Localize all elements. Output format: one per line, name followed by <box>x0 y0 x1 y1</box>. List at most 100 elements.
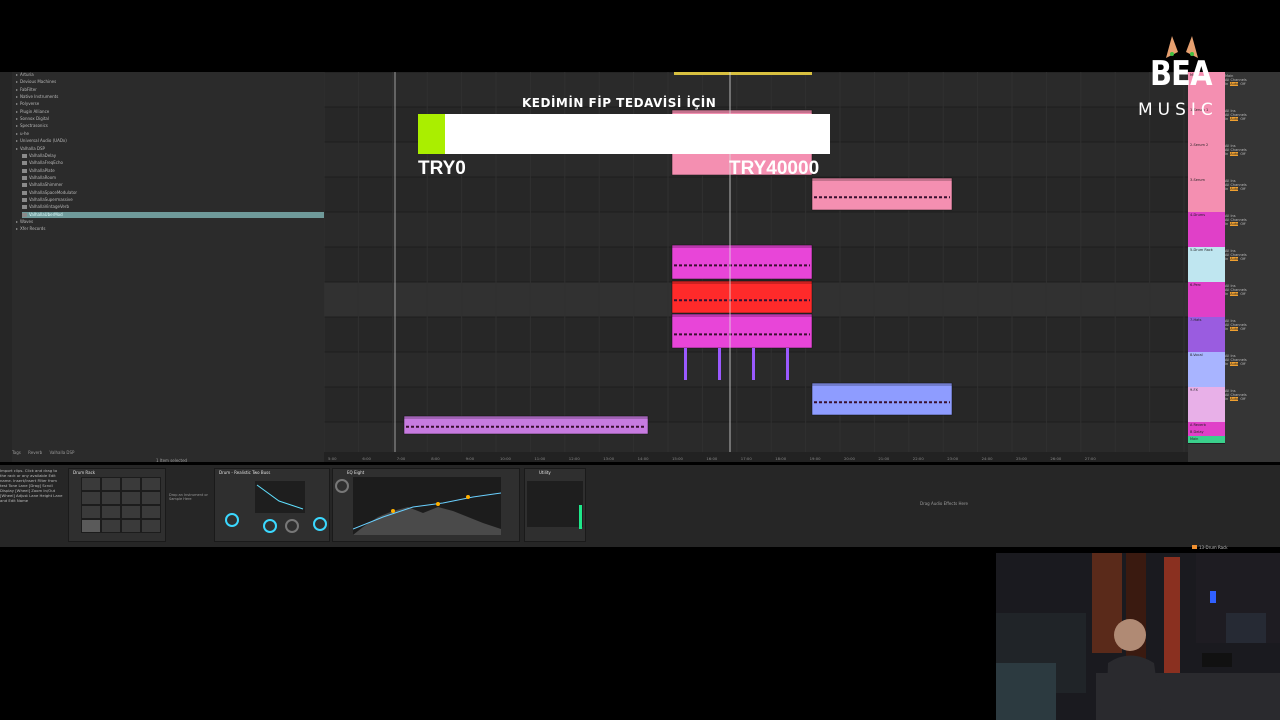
loop-brace[interactable] <box>674 72 812 75</box>
monitor-option[interactable]: Off <box>1240 187 1245 191</box>
browser-item[interactable]: Waves <box>16 219 33 225</box>
arrangement-clip[interactable] <box>811 177 953 211</box>
track-header[interactable]: Main <box>1188 436 1225 444</box>
drum-pad[interactable] <box>141 491 161 505</box>
monitor-option[interactable]: Off <box>1240 397 1245 401</box>
monitor-option[interactable]: Off <box>1240 222 1245 226</box>
drum-pad[interactable] <box>121 519 141 533</box>
dry-wet-knob[interactable] <box>313 517 327 531</box>
midi-note-clip[interactable] <box>684 348 687 380</box>
monitor-option[interactable]: Off <box>1240 82 1245 86</box>
midi-note-clip[interactable] <box>752 348 755 380</box>
track-lane[interactable] <box>324 212 1188 247</box>
monitor-switch[interactable]: In Auto Off <box>1225 257 1280 261</box>
browser-item[interactable]: Plugin Alliance <box>16 109 49 115</box>
monitor-option[interactable]: Off <box>1240 117 1245 121</box>
monitor-switch[interactable]: In Auto Off <box>1225 152 1280 156</box>
drum-pad[interactable] <box>121 505 141 519</box>
drum-pad[interactable] <box>101 477 121 491</box>
browser-item[interactable]: ValhallaPlate <box>22 168 55 174</box>
monitor-switch[interactable]: In Auto Off <box>1225 292 1280 296</box>
monitor-option[interactable]: Auto <box>1230 222 1239 226</box>
track-io-section[interactable]: All Ins All Channels In Auto Off <box>1225 144 1280 156</box>
browser-item[interactable]: FabFilter <box>16 87 37 93</box>
drum-pad[interactable] <box>141 505 161 519</box>
arrangement-clip[interactable] <box>671 244 813 280</box>
browser-item[interactable]: Arturia <box>16 72 34 78</box>
track-io-section[interactable]: All Ins All Channels In Auto Off <box>1225 319 1280 331</box>
browser-item[interactable]: Universal Audio (UADx) <box>16 138 67 144</box>
eq-display[interactable] <box>353 477 501 535</box>
arrangement-clip[interactable] <box>671 313 813 349</box>
midi-note-clip[interactable] <box>786 348 789 380</box>
track-io-section[interactable]: All Ins All Channels In Auto Off <box>1225 179 1280 191</box>
monitor-option[interactable]: In <box>1225 187 1228 191</box>
browser-item[interactable]: ValhallaVintageVerb <box>22 204 69 210</box>
drum-pad[interactable] <box>81 505 101 519</box>
monitor-option[interactable]: Off <box>1240 362 1245 366</box>
track-header[interactable]: 2-Serum 2 <box>1188 142 1225 178</box>
track-io-section[interactable]: All Ins All Channels In Auto Off <box>1225 214 1280 226</box>
browser-tag-2[interactable]: Reverb <box>28 450 42 455</box>
eq-band-handle[interactable] <box>391 509 395 513</box>
track-header[interactable]: 8-Vocal <box>1188 352 1225 388</box>
browser-item[interactable]: u-he <box>16 131 29 137</box>
drum-pad[interactable] <box>121 477 141 491</box>
track-io-section[interactable]: All Ins All Channels In Auto Off <box>1225 354 1280 366</box>
browser-item[interactable]: Xfer Records <box>16 226 45 232</box>
makeup-knob[interactable] <box>285 519 299 533</box>
drum-pad-grid[interactable] <box>81 477 163 535</box>
drum-pad[interactable] <box>81 491 101 505</box>
monitor-switch[interactable]: In Auto Off <box>1225 327 1280 331</box>
track-header[interactable]: 7-Hats <box>1188 317 1225 353</box>
threshold-knob[interactable] <box>263 519 277 533</box>
track-io-section[interactable]: All Ins All Channels In Auto Off <box>1225 249 1280 261</box>
browser-item[interactable]: ValhallaUberMod <box>22 211 328 218</box>
browser-item[interactable]: ValhallaSpaceModulator <box>22 190 77 196</box>
attack-knob[interactable] <box>225 513 239 527</box>
drum-pad[interactable] <box>121 491 141 505</box>
drum-pad[interactable] <box>101 505 121 519</box>
monitor-option[interactable]: Off <box>1240 257 1245 261</box>
track-lane[interactable] <box>324 72 1188 107</box>
track-io-section[interactable]: All Ins All Channels In Auto Off <box>1225 284 1280 296</box>
device-drum-rack[interactable]: Drum Rack Drop an Instrument or Sample H… <box>68 468 208 542</box>
monitor-option[interactable]: Auto <box>1230 187 1239 191</box>
monitor-option[interactable]: Off <box>1240 292 1245 296</box>
monitor-option[interactable]: Off <box>1240 327 1245 331</box>
monitor-option[interactable]: Auto <box>1230 397 1239 401</box>
browser-item[interactable]: Valhalla DSP <box>16 146 45 152</box>
browser-item[interactable]: Devious Machines <box>16 79 56 85</box>
browser-tag-3[interactable]: Valhalla DSP <box>50 450 75 455</box>
browser-item[interactable]: Spectrasonics <box>16 123 48 129</box>
browser-item[interactable]: Sonnox Digital <box>16 116 49 122</box>
eq-band-handle[interactable] <box>466 495 470 499</box>
monitor-option[interactable]: In <box>1225 152 1228 156</box>
browser-item[interactable]: ValhallaRoom <box>22 175 56 181</box>
monitor-switch[interactable]: In Auto Off <box>1225 397 1280 401</box>
monitor-switch[interactable]: In Auto Off <box>1225 222 1280 226</box>
device-eq-eight[interactable]: EQ Eight <box>332 468 520 542</box>
track-lane[interactable] <box>324 177 1188 212</box>
monitor-option[interactable]: Auto <box>1230 152 1239 156</box>
drum-pad[interactable] <box>81 477 101 491</box>
browser-item[interactable]: Polyverse <box>16 101 39 107</box>
monitor-switch[interactable]: In Auto Off <box>1225 82 1280 86</box>
track-io-section[interactable]: All Ins All Channels In Auto Off <box>1225 109 1280 121</box>
device-drum-buss[interactable]: Drum - Realistic Two Buss <box>214 468 330 542</box>
monitor-option[interactable]: Off <box>1240 152 1245 156</box>
browser-item[interactable]: ValhallaFreqEcho <box>22 160 63 166</box>
drum-pad[interactable] <box>101 491 121 505</box>
track-io-section[interactable]: Main All Channels In Auto Off <box>1225 74 1280 86</box>
monitor-option[interactable]: Auto <box>1230 292 1239 296</box>
browser-item[interactable]: Native Instruments <box>16 94 58 100</box>
monitor-option[interactable]: In <box>1225 397 1228 401</box>
gain-knob[interactable] <box>335 479 349 493</box>
track-io-section[interactable]: All Ins All Channels In Auto Off <box>1225 389 1280 401</box>
track-header[interactable]: 4-Drums <box>1188 212 1225 248</box>
browser-item[interactable]: ValhallaDelay <box>22 153 56 159</box>
drum-pad[interactable] <box>81 519 101 533</box>
drum-pad[interactable] <box>141 477 161 491</box>
browser-item[interactable]: ValhallaShimmer <box>22 182 63 188</box>
monitor-option[interactable]: Auto <box>1230 327 1239 331</box>
